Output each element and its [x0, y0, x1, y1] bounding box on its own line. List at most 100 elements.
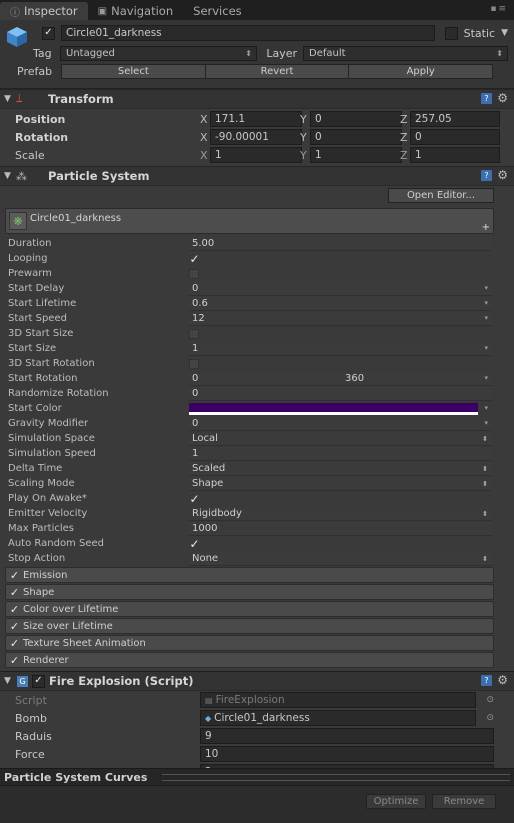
- foldout-arrow-icon[interactable]: ▼: [4, 676, 14, 686]
- particle-field-value[interactable]: 0: [189, 416, 492, 431]
- active-checkbox[interactable]: ✓: [42, 26, 55, 40]
- scale-x-field[interactable]: 1: [210, 147, 302, 163]
- curves-header[interactable]: Particle System Curves: [0, 769, 514, 786]
- prefab-apply-button[interactable]: Apply: [349, 63, 494, 79]
- particle-module-header[interactable]: ✓ Texture Sheet Animation: [5, 635, 494, 651]
- particle-field-value[interactable]: Rigidbody: [189, 506, 492, 521]
- particle-module-header[interactable]: ✓ Size over Lifetime: [5, 618, 494, 634]
- help-icon[interactable]: ?: [481, 170, 492, 181]
- particle-field-value[interactable]: Shape: [189, 476, 492, 491]
- tab-services[interactable]: Services: [183, 2, 252, 20]
- curve-mode-arrow-icon[interactable]: ▾: [484, 344, 488, 352]
- fire-explosion-header[interactable]: ▼ G ✓ Fire Explosion (Script) ? ⚙: [0, 671, 514, 691]
- gear-icon[interactable]: ⚙: [497, 168, 508, 182]
- menu-icon[interactable]: ≡: [498, 4, 508, 14]
- particle-field-value[interactable]: 0: [189, 386, 492, 401]
- curve-mode-arrow-icon[interactable]: ▾: [484, 419, 488, 427]
- module-enabled-checkbox[interactable]: ✓: [9, 587, 20, 598]
- position-x-field[interactable]: 171.1: [210, 111, 302, 127]
- particle-field-checkbox[interactable]: [189, 268, 199, 279]
- particle-field-checkbox[interactable]: ✓: [189, 253, 200, 265]
- particle-field-value[interactable]: 12: [189, 311, 492, 326]
- dropdown-arrow-icon: ⬍: [482, 554, 488, 563]
- prefab-revert-button[interactable]: Revert: [205, 63, 350, 79]
- script-enabled-checkbox[interactable]: ✓: [32, 674, 45, 688]
- particle-field-value-max[interactable]: 360: [342, 371, 492, 386]
- curves-resize-handle[interactable]: [162, 774, 510, 781]
- x-axis-label: X: [200, 112, 208, 126]
- window-options[interactable]: ▪≡: [490, 4, 508, 14]
- particle-system-title: Particle System: [48, 169, 150, 183]
- help-icon[interactable]: ?: [481, 675, 492, 686]
- foldout-arrow-icon[interactable]: ▼: [4, 94, 14, 104]
- script-field-value[interactable]: 10: [200, 746, 494, 762]
- module-enabled-checkbox[interactable]: ✓: [9, 621, 20, 632]
- tag-dropdown[interactable]: Untagged ⬍: [60, 45, 257, 61]
- open-editor-button[interactable]: Open Editor...: [388, 188, 494, 203]
- particle-field-value[interactable]: 1: [189, 341, 492, 356]
- curve-mode-arrow-icon[interactable]: ▾: [484, 299, 488, 307]
- start-color-swatch[interactable]: [189, 402, 478, 415]
- particle-field-checkbox[interactable]: [189, 358, 199, 369]
- rotation-y-field[interactable]: 0: [310, 129, 402, 145]
- particle-field-value[interactable]: 1: [189, 446, 492, 461]
- prefab-select-button[interactable]: Select: [61, 63, 206, 79]
- particle-asset-bar[interactable]: ❋ Circle01_darkness +: [5, 208, 494, 234]
- scale-y-field[interactable]: 1: [310, 147, 402, 163]
- particle-field-value[interactable]: Scaled: [189, 461, 492, 476]
- particle-field-checkbox[interactable]: [189, 328, 199, 339]
- module-label: Texture Sheet Animation: [23, 637, 146, 649]
- object-name-field[interactable]: Circle01_darkness: [61, 25, 435, 41]
- tab-inspector[interactable]: ⓘ Inspector: [0, 2, 88, 20]
- gear-icon[interactable]: ⚙: [497, 673, 508, 687]
- particle-field-checkbox[interactable]: ✓: [189, 538, 200, 550]
- module-enabled-checkbox[interactable]: ✓: [9, 638, 20, 649]
- particle-module-header[interactable]: ✓ Renderer: [5, 652, 494, 668]
- foldout-arrow-icon[interactable]: ▼: [4, 171, 14, 181]
- particle-field-value[interactable]: 5.00: [189, 236, 492, 251]
- particle-field-value[interactable]: Local: [189, 431, 492, 446]
- curve-mode-arrow-icon[interactable]: ▾: [484, 374, 488, 382]
- particle-field-value[interactable]: None: [189, 551, 492, 566]
- static-checkbox[interactable]: [444, 26, 458, 40]
- rotation-x-field[interactable]: -90.00001: [210, 129, 302, 145]
- particle-module-header[interactable]: ✓ Color over Lifetime: [5, 601, 494, 617]
- dropdown-arrow-icon[interactable]: ▾: [484, 404, 488, 412]
- particle-field-label: 3D Start Rotation: [8, 358, 95, 369]
- script-field-value[interactable]: 9: [200, 728, 494, 744]
- prefab-label: Prefab: [17, 64, 53, 78]
- z-axis-label: Z: [400, 112, 408, 126]
- particle-module-header[interactable]: ✓ Emission: [5, 567, 494, 583]
- tag-value: Untagged: [66, 47, 115, 59]
- rotation-z-field[interactable]: 0: [410, 129, 500, 145]
- module-enabled-checkbox[interactable]: ✓: [9, 655, 20, 666]
- particle-field-value[interactable]: 0: [189, 281, 492, 296]
- module-enabled-checkbox[interactable]: ✓: [9, 604, 20, 615]
- optimize-button[interactable]: Optimize: [366, 794, 426, 809]
- particle-system-header[interactable]: ▼ ⁂ Particle System ? ⚙: [0, 166, 514, 186]
- remove-button[interactable]: Remove: [432, 794, 496, 809]
- module-enabled-checkbox[interactable]: ✓: [9, 570, 20, 581]
- particle-field-value[interactable]: 0.6: [189, 296, 492, 311]
- script-field-value[interactable]: ◆ Circle01_darkness: [200, 710, 476, 726]
- script-field-value[interactable]: ▤ FireExplosion: [200, 692, 476, 708]
- particle-field-checkbox[interactable]: ✓: [189, 493, 200, 505]
- gear-icon[interactable]: ⚙: [497, 91, 508, 105]
- position-row: Position X 171.1 Y 0 Z 257.05: [0, 110, 514, 128]
- layer-dropdown[interactable]: Default ⬍: [303, 45, 508, 61]
- particle-field-value[interactable]: 1000: [189, 521, 492, 536]
- add-module-icon[interactable]: +: [482, 222, 490, 233]
- scale-z-field[interactable]: 1: [410, 147, 500, 163]
- object-picker-icon[interactable]: ⊙: [486, 713, 494, 723]
- static-dropdown-icon[interactable]: ▼: [501, 28, 508, 38]
- help-icon[interactable]: ?: [481, 93, 492, 104]
- curve-mode-arrow-icon[interactable]: ▾: [484, 284, 488, 292]
- curve-mode-arrow-icon[interactable]: ▾: [484, 314, 488, 322]
- position-z-field[interactable]: 257.05: [410, 111, 500, 127]
- tab-navigation[interactable]: ▣ Navigation: [88, 2, 183, 20]
- position-y-field[interactable]: 0: [310, 111, 402, 127]
- transform-header[interactable]: ▼ ⟘ Transform ? ⚙: [0, 89, 514, 109]
- object-picker-icon[interactable]: ⊙: [486, 695, 494, 705]
- particle-field-value[interactable]: 0: [189, 371, 354, 386]
- particle-module-header[interactable]: ✓ Shape: [5, 584, 494, 600]
